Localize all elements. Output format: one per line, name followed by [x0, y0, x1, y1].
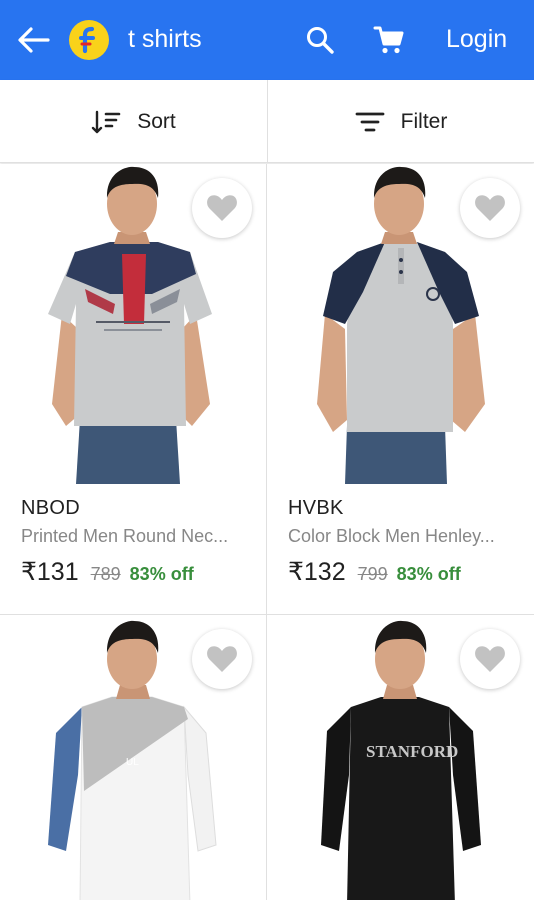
shirt-print-text: UL: [126, 757, 139, 768]
wishlist-button[interactable]: [460, 629, 520, 689]
product-price: ₹132: [288, 558, 346, 586]
sort-icon: [92, 110, 121, 133]
product-title: Printed Men Round Nec...: [21, 526, 229, 546]
search-icon: [307, 27, 334, 54]
product-mrp: 799: [357, 564, 388, 584]
sort-button[interactable]: Sort: [0, 80, 267, 163]
arrow-back-icon: [18, 27, 50, 53]
flipkart-f-logo-icon: [70, 21, 108, 59]
login-button[interactable]: Login: [446, 24, 507, 54]
price-row: ₹131 789 83% off: [21, 557, 194, 587]
app-bar: t shirts Login: [0, 0, 534, 80]
heart-icon: [475, 646, 505, 672]
wishlist-button[interactable]: [460, 178, 520, 238]
cart-button[interactable]: [370, 22, 408, 58]
search-button[interactable]: [302, 22, 338, 58]
product-card[interactable]: STANFORD: [267, 615, 534, 900]
filter-icon: [355, 112, 385, 131]
filter-button[interactable]: Filter: [268, 80, 534, 163]
heart-icon: [207, 646, 237, 672]
product-mrp: 789: [90, 564, 121, 584]
filter-label: Filter: [400, 109, 448, 133]
product-grid: NBOD Printed Men Round Nec... ₹131 789 8…: [0, 164, 534, 900]
wishlist-button[interactable]: [192, 178, 252, 238]
product-discount: 83% off: [396, 564, 461, 584]
cart-icon: [373, 26, 404, 54]
shirt-print-text: STANFORD: [366, 742, 458, 761]
heart-icon: [475, 195, 505, 221]
product-brand: NBOD: [21, 497, 80, 519]
product-card[interactable]: UL: [0, 615, 267, 900]
search-query-text[interactable]: t shirts: [128, 24, 202, 54]
price-row: ₹132 799 83% off: [288, 557, 461, 587]
back-button[interactable]: [14, 22, 52, 58]
product-discount: 83% off: [129, 564, 194, 584]
product-price: ₹131: [21, 558, 79, 586]
product-title: Color Block Men Henley...: [288, 526, 495, 546]
product-brand: HVBK: [288, 497, 344, 519]
sort-label: Sort: [137, 109, 176, 133]
sort-filter-bar: Sort Filter: [0, 80, 534, 163]
product-card[interactable]: NBOD Printed Men Round Nec... ₹131 789 8…: [0, 164, 267, 615]
heart-icon: [207, 195, 237, 221]
flipkart-logo[interactable]: [69, 20, 109, 60]
product-card[interactable]: HVBK Color Block Men Henley... ₹132 799 …: [267, 164, 534, 615]
wishlist-button[interactable]: [192, 629, 252, 689]
